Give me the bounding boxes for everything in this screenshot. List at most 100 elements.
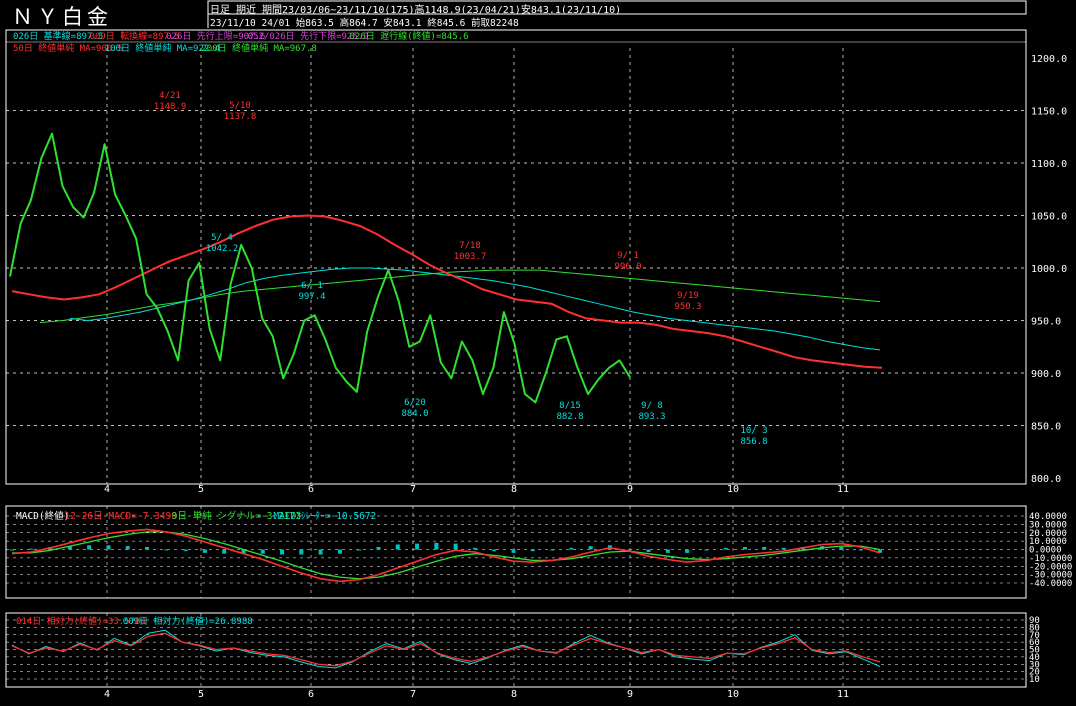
macd-oscillator-bar <box>511 549 516 553</box>
macd-oscillator-bar <box>762 546 767 550</box>
annotation-value-2: 1042.2 <box>206 244 239 254</box>
annotation-date-1: 5/10 <box>229 101 251 111</box>
macd-oscillator-bar <box>781 547 786 550</box>
macd-oscillator-bar <box>550 549 555 551</box>
annotation-value-9: 950.3 <box>674 302 701 312</box>
macd-oscillator-bar <box>222 549 227 554</box>
macd-oscillator-bar <box>588 546 593 550</box>
macd-oscillator-bar <box>839 546 844 550</box>
month-tick-label: 6 <box>308 689 314 700</box>
macd-oscillator-bar <box>742 546 747 550</box>
month-tick-label: 4 <box>104 484 110 495</box>
annotation-value-4: 996.0 <box>614 262 641 272</box>
price-tick-label: 1000.0 <box>1031 264 1067 275</box>
legend-line2-item-2: 200日 終値単純 MA=967.8 <box>201 42 316 54</box>
rsi-legend-item-1: 009日 相対力(終値)=26.8988 <box>123 615 253 627</box>
month-tick-label: 10 <box>727 689 739 700</box>
macd-oscillator-bar <box>318 549 323 555</box>
annotation-value-8: 856.8 <box>740 437 767 447</box>
lagging-span-line <box>9 132 631 404</box>
ma100-line <box>69 267 881 351</box>
annotation-value-6: 882.8 <box>556 412 583 422</box>
month-tick-label: 9 <box>627 689 633 700</box>
macd-oscillator-bar <box>685 549 690 553</box>
month-tick-label: 4 <box>104 689 110 700</box>
rsi9-line <box>11 629 881 669</box>
macd-oscillator-bar <box>723 547 728 550</box>
macd-oscillator-bar <box>395 544 400 550</box>
macd-oscillator-bar <box>260 549 265 554</box>
price-tick-label: 800.0 <box>1031 474 1061 485</box>
macd-signal-line <box>12 531 881 580</box>
info-box <box>207 0 1027 15</box>
macd-oscillator-bar <box>10 549 14 551</box>
macd-oscillator-bar <box>202 549 207 553</box>
annotation-value-0: 1148.9 <box>154 102 187 112</box>
macd-oscillator-bar <box>434 542 439 550</box>
month-tick-label: 9 <box>627 484 633 495</box>
macd-oscillator-bar <box>357 549 362 551</box>
price-tick-label: 1100.0 <box>1031 159 1067 170</box>
month-tick-label: 5 <box>198 484 204 495</box>
macd-oscillator-bar <box>299 549 304 555</box>
macd-oscillator-bar <box>145 546 150 550</box>
macd-oscillator-bar <box>704 549 709 551</box>
macd-oscillator-bar <box>125 546 130 550</box>
month-tick-label: 8 <box>511 689 517 700</box>
annotation-date-2: 5/ 4 <box>211 233 233 243</box>
annotation-date-10: 6/ 1 <box>301 281 323 291</box>
month-tick-label: 10 <box>727 484 739 495</box>
macd-oscillator-bar <box>106 545 111 550</box>
macd-oscillator-bar <box>183 549 188 552</box>
macd-oscillator-bar <box>492 549 497 552</box>
rsi-tick-label: 10 <box>1029 675 1040 685</box>
macd-oscillator-bar <box>415 543 420 550</box>
macd-oscillator-bar <box>164 549 169 551</box>
annotation-date-7: 9/ 8 <box>641 401 663 411</box>
price-tick-label: 1050.0 <box>1031 212 1067 223</box>
macd-legend-item-1: 12-26日 MACD=-7.3498 <box>65 511 178 522</box>
annotation-date-4: 9/ 1 <box>617 251 639 261</box>
annotation-value-10: 997.4 <box>298 292 325 302</box>
annotation-value-5: 884.0 <box>401 409 428 419</box>
month-tick-label: 11 <box>837 689 849 700</box>
annotation-value-7: 893.3 <box>638 412 665 422</box>
month-tick-label: 5 <box>198 689 204 700</box>
macd-oscillator-bar <box>87 545 92 550</box>
month-tick-label: 6 <box>308 484 314 495</box>
price-tick-label: 900.0 <box>1031 369 1061 380</box>
annotation-date-0: 4/21 <box>159 91 181 101</box>
annotation-date-9: 9/19 <box>677 291 699 301</box>
price-tick-label: 1150.0 <box>1031 107 1067 118</box>
macd-tick-label: -40.0000 <box>1029 579 1072 589</box>
macd-legend-item-0: MACD(終値) <box>16 510 69 522</box>
month-tick-label: 8 <box>511 484 517 495</box>
annotation-date-3: 7/18 <box>459 241 481 251</box>
month-tick-label: 7 <box>410 689 416 700</box>
macd-oscillator-bar <box>453 543 458 550</box>
macd-oscillator-bar <box>280 549 285 555</box>
macd-oscillator-bar <box>530 549 535 552</box>
ma50-line <box>11 214 883 369</box>
month-tick-label: 7 <box>410 484 416 495</box>
macd-legend-item-3: MACDｵｼﾚｰﾀｰ=-10.5672 <box>273 511 376 522</box>
macd-oscillator-bar <box>472 547 477 550</box>
annotation-date-5: 6/20 <box>404 398 426 408</box>
annotation-value-1: 1137.8 <box>224 112 257 122</box>
macd-oscillator-bar <box>858 549 863 551</box>
macd-oscillator-bar <box>665 549 670 553</box>
macd-oscillator-bar <box>29 548 34 550</box>
macd-oscillator-bar <box>337 549 342 554</box>
annotation-value-3: 1003.7 <box>454 252 487 262</box>
legend-line1-item-4: 026日 遅行線(終値)=845.6 <box>349 30 468 42</box>
month-tick-label: 11 <box>837 484 849 495</box>
annotation-date-8: 10/ 3 <box>740 426 767 436</box>
macd-oscillator-bar <box>646 549 651 553</box>
macd-line <box>11 528 881 583</box>
price-tick-label: 850.0 <box>1031 422 1061 433</box>
price-tick-label: 1200.0 <box>1031 54 1067 65</box>
annotation-date-6: 8/15 <box>559 401 581 411</box>
macd-oscillator-bar <box>569 547 574 550</box>
chart-canvas: 800.0 850.0 900.0 950.0 1000.0 1050.0 1100.0 11… <box>5 0 1072 700</box>
macd-oscillator-bar <box>376 546 381 550</box>
